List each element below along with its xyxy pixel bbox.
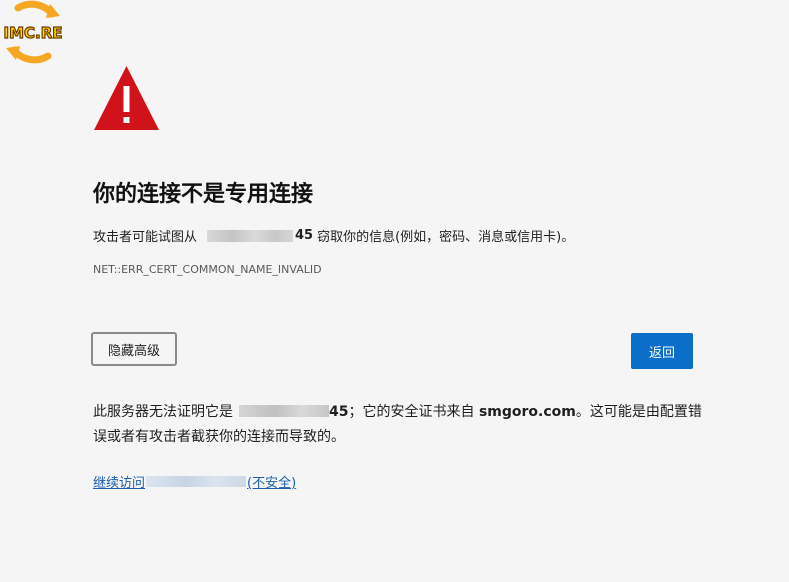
logo-text: IMC.RE <box>3 24 62 42</box>
imc-re-logo: IMC.RE <box>3 0 63 64</box>
continue-link-prefix: 继续访问 <box>93 476 146 491</box>
redacted-host-3 <box>146 476 247 487</box>
detail-part1: 此服务器无法证明它是 <box>93 404 233 420</box>
error-code: NET::ERR_CERT_COMMON_NAME_INVALID <box>93 263 322 276</box>
redacted-host-tail: 45 <box>295 228 314 243</box>
error-page: IMC.RE 你的连接不是专用连接 攻击者可能试图从 45 窃取你的信息(例如，… <box>0 0 789 582</box>
back-button[interactable]: 返回 <box>631 333 693 369</box>
continue-link-suffix: (不安全) <box>247 476 297 491</box>
detail-part2: ；它的安全证书来自 <box>348 404 475 420</box>
redacted-host-2-tail: 45 <box>329 404 349 420</box>
redacted-host-2 <box>239 405 329 417</box>
description-suffix: 窃取你的信息(例如，密码、消息或信用卡)。 <box>317 230 575 245</box>
redacted-host <box>207 229 294 242</box>
error-description: 攻击者可能试图从 45 窃取你的信息(例如，密码、消息或信用卡)。 <box>93 226 574 245</box>
advanced-detail-text: 此服务器无法证明它是 45；它的安全证书来自 smgoro.com。这可能是由配置… <box>93 400 713 450</box>
certificate-domain: smgoro.com <box>478 404 576 420</box>
warning-triangle-icon <box>94 66 159 130</box>
hide-advanced-button[interactable]: 隐藏高级 <box>91 332 177 366</box>
page-title: 你的连接不是专用连接 <box>93 182 314 207</box>
description-prefix: 攻击者可能试图从 <box>93 230 198 245</box>
continue-unsafe-link[interactable]: 继续访问 (不安全) <box>93 472 296 491</box>
